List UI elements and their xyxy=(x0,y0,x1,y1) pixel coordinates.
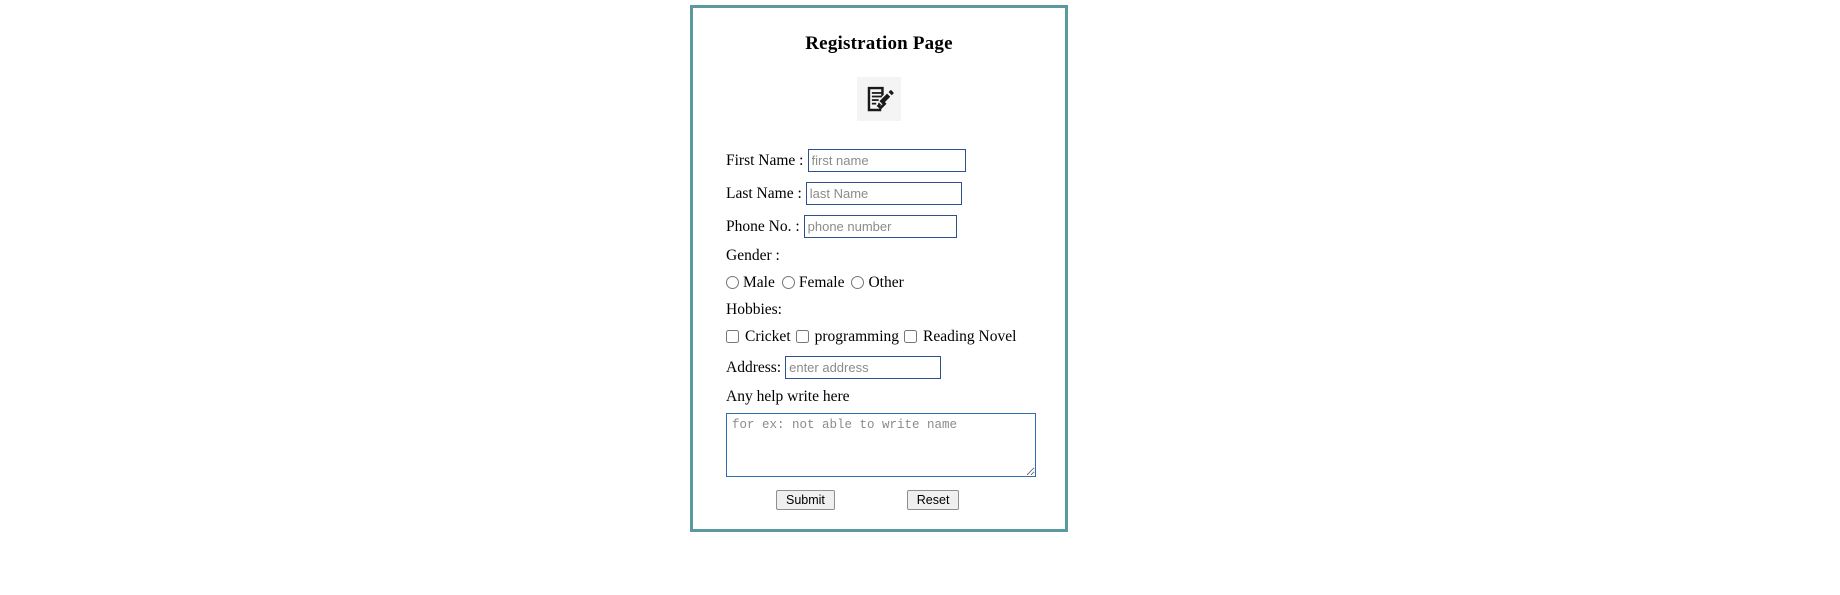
first-name-input[interactable] xyxy=(807,149,966,172)
reset-button[interactable]: Reset xyxy=(906,489,960,510)
help-textarea[interactable] xyxy=(726,412,1036,477)
gender-radio-other[interactable] xyxy=(851,275,865,289)
gender-radio-female[interactable] xyxy=(781,275,795,289)
address-row: Address: xyxy=(726,356,1065,379)
address-input[interactable] xyxy=(785,356,942,379)
first-name-row: First Name : xyxy=(726,149,1065,172)
last-name-label: Last Name : xyxy=(726,184,802,202)
phone-row: Phone No. : xyxy=(726,215,1065,238)
hobby-label-cricket: Cricket xyxy=(745,327,791,345)
gender-label-female: Female xyxy=(798,273,845,291)
hobbies-options: Cricket programming Reading Novel xyxy=(726,327,1065,345)
gender-option-female[interactable]: Female xyxy=(781,273,845,291)
last-name-input[interactable] xyxy=(805,182,962,205)
address-label: Address: xyxy=(726,358,782,376)
button-row: Submit Reset xyxy=(726,489,1065,510)
registration-form-edit-icon xyxy=(857,77,901,121)
gender-options: Male Female Other xyxy=(726,273,1065,291)
hobby-checkbox-programming[interactable] xyxy=(795,329,809,343)
hobbies-label: Hobbies: xyxy=(726,301,782,318)
hobby-checkbox-reading-novel[interactable] xyxy=(904,329,917,343)
phone-input[interactable] xyxy=(803,215,957,238)
hobby-option-reading-novel[interactable]: Reading Novel xyxy=(904,327,1017,345)
hobby-option-cricket[interactable]: Cricket xyxy=(726,327,791,345)
help-label: Any help write here xyxy=(726,388,850,405)
gender-label: Gender : xyxy=(726,247,780,264)
phone-label: Phone No. : xyxy=(726,217,800,235)
gender-label-male: Male xyxy=(743,273,775,291)
hobby-label-reading-novel: Reading Novel xyxy=(923,327,1017,345)
hobby-checkbox-cricket[interactable] xyxy=(726,329,739,343)
hobby-option-programming[interactable]: programming xyxy=(795,327,899,345)
registration-form: First Name : Last Name : Phone No. : Gen… xyxy=(693,149,1065,510)
gender-radio-male[interactable] xyxy=(726,275,739,289)
hobby-label-programming: programming xyxy=(814,327,899,345)
last-name-row: Last Name : xyxy=(726,182,1065,205)
gender-label-other: Other xyxy=(868,273,904,291)
page-title: Registration Page xyxy=(805,33,953,54)
registration-card: Registration Page First Name : Last Name… xyxy=(690,5,1068,532)
icon-row xyxy=(693,77,1065,121)
submit-button[interactable]: Submit xyxy=(776,489,835,510)
gender-option-male[interactable]: Male xyxy=(726,273,775,291)
first-name-label: First Name : xyxy=(726,151,804,169)
gender-option-other[interactable]: Other xyxy=(851,273,904,291)
